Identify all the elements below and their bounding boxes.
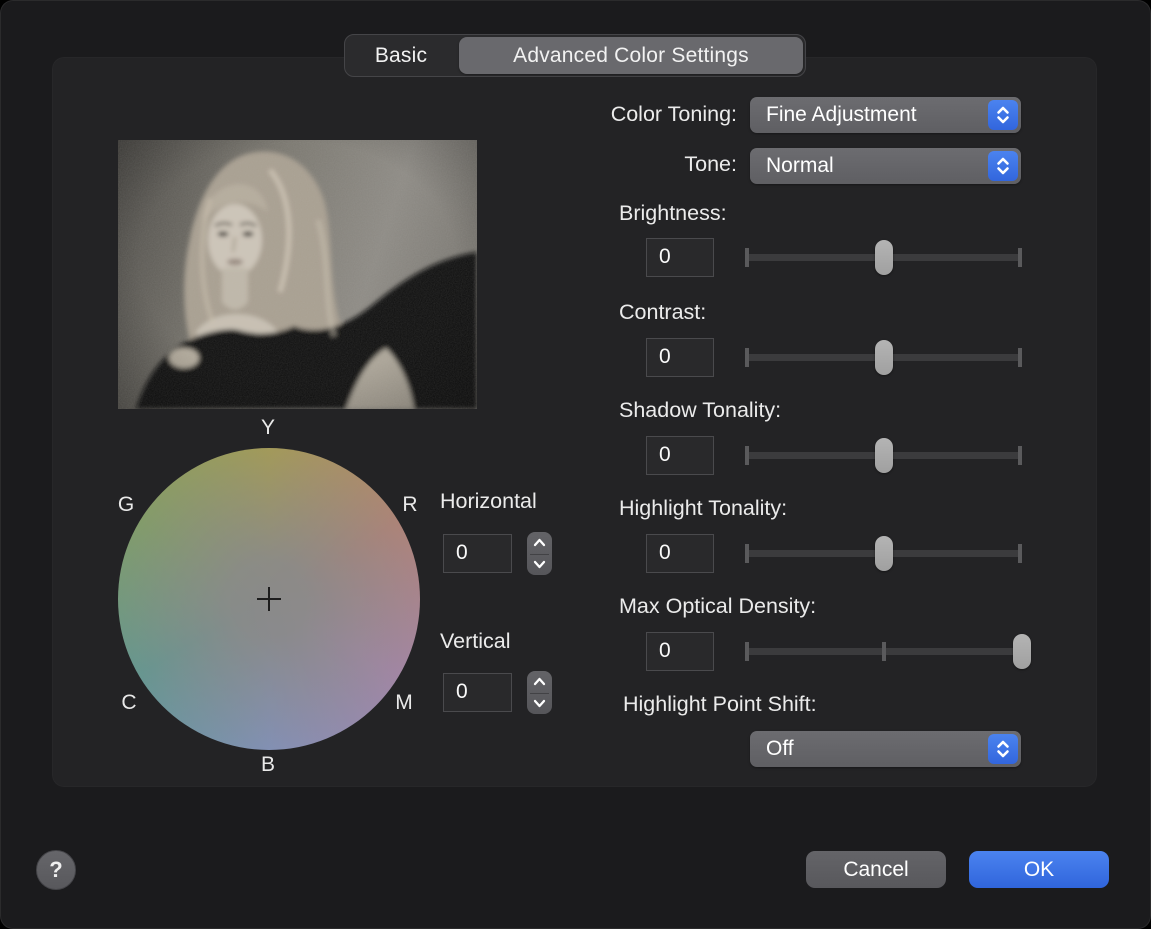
horizontal-field[interactable]: 0 [443, 534, 512, 573]
tone-dropdown[interactable]: Normal [750, 148, 1021, 184]
contrast-field[interactable]: 0 [646, 338, 714, 377]
slider-tick [745, 446, 749, 465]
stepper-divider [530, 554, 549, 555]
dropdown-value: Off [766, 731, 794, 767]
max-optical-density-slider[interactable] [745, 634, 1022, 669]
slider-tick [1018, 544, 1022, 563]
chevron-down-icon[interactable] [533, 699, 546, 708]
wheel-label-red: R [390, 491, 430, 519]
horizontal-stepper[interactable] [527, 532, 552, 575]
color-wheel-crosshair[interactable] [257, 587, 281, 611]
slider-tick [1018, 248, 1022, 267]
dialog: Basic Advanced Color Settings [0, 0, 1151, 929]
contrast-label: Contrast: [619, 298, 706, 326]
vertical-field[interactable]: 0 [443, 673, 512, 712]
tab-bar: Basic Advanced Color Settings [344, 34, 806, 77]
horizontal-label: Horizontal [440, 487, 537, 515]
shadow-tonality-field[interactable]: 0 [646, 436, 714, 475]
max-optical-density-label: Max Optical Density: [619, 592, 816, 620]
wheel-label-blue: B [248, 751, 288, 779]
chevron-up-down-icon[interactable] [988, 100, 1018, 130]
highlight-point-shift-dropdown[interactable]: Off [750, 731, 1021, 767]
slider-tick [745, 642, 749, 661]
max-optical-density-field[interactable]: 0 [646, 632, 714, 671]
vertical-stepper[interactable] [527, 671, 552, 714]
color-wheel[interactable] [118, 448, 420, 750]
slider-thumb[interactable] [875, 536, 893, 571]
color-toning-dropdown[interactable]: Fine Adjustment [750, 97, 1021, 133]
vertical-label: Vertical [440, 627, 511, 655]
chevron-up-down-icon[interactable] [988, 734, 1018, 764]
highlight-point-shift-label: Highlight Point Shift: [623, 690, 817, 718]
question-mark-icon: ? [49, 857, 62, 883]
slider-tick [745, 348, 749, 367]
wheel-label-magenta: M [384, 689, 424, 717]
wheel-label-green: G [106, 491, 146, 519]
ok-button[interactable]: OK [969, 851, 1109, 888]
chevron-up-icon[interactable] [533, 538, 546, 547]
slider-thumb[interactable] [875, 438, 893, 473]
slider-thumb[interactable] [1013, 634, 1031, 669]
brightness-field[interactable]: 0 [646, 238, 714, 277]
slider-tick [882, 642, 886, 661]
chevron-down-icon[interactable] [533, 560, 546, 569]
shadow-tonality-label: Shadow Tonality: [619, 396, 781, 424]
preview-image [118, 140, 477, 409]
slider-tick [1018, 348, 1022, 367]
tab-advanced-color-settings[interactable]: Advanced Color Settings [459, 37, 803, 74]
wheel-label-yellow: Y [248, 414, 288, 442]
highlight-tonality-field[interactable]: 0 [646, 534, 714, 573]
highlight-tonality-label: Highlight Tonality: [619, 494, 787, 522]
slider-thumb[interactable] [875, 240, 893, 275]
cancel-button[interactable]: Cancel [806, 851, 946, 888]
brightness-slider[interactable] [745, 240, 1022, 275]
slider-tick [745, 248, 749, 267]
slider-thumb[interactable] [875, 340, 893, 375]
brightness-label: Brightness: [619, 199, 727, 227]
tab-basic[interactable]: Basic [345, 35, 457, 76]
shadow-tonality-slider[interactable] [745, 438, 1022, 473]
highlight-tonality-slider[interactable] [745, 536, 1022, 571]
tone-label: Tone: [480, 150, 737, 178]
slider-tick [1018, 446, 1022, 465]
help-button[interactable]: ? [36, 850, 76, 890]
stepper-divider [530, 693, 549, 694]
wheel-label-cyan: C [109, 689, 149, 717]
dropdown-value: Normal [766, 148, 834, 184]
chevron-up-icon[interactable] [533, 677, 546, 686]
chevron-up-down-icon[interactable] [988, 151, 1018, 181]
color-toning-label: Color Toning: [480, 100, 737, 128]
contrast-slider[interactable] [745, 340, 1022, 375]
slider-tick [745, 544, 749, 563]
portrait-photo [118, 140, 477, 409]
dropdown-value: Fine Adjustment [766, 97, 917, 133]
